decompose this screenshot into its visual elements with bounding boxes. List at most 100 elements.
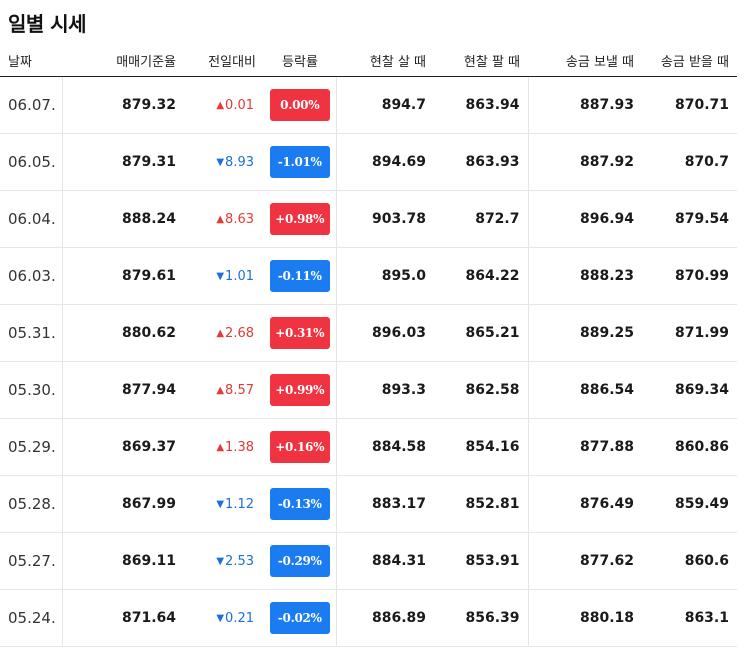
date-cell: 05.31. bbox=[0, 304, 63, 362]
col-header-cash-buy: 현찰 살 때 bbox=[336, 44, 434, 77]
col-header-change: 전일대비 bbox=[184, 44, 264, 77]
change-rate-badge: 0.00% bbox=[269, 89, 330, 121]
date-cell: 05.29. bbox=[0, 418, 63, 476]
base-rate-cell: 879.32 bbox=[62, 76, 184, 134]
change-cell: ▲1.38 bbox=[184, 418, 264, 476]
triangle-down-icon: ▼ bbox=[216, 270, 225, 282]
change-value: 8.63 bbox=[225, 211, 254, 227]
cash-sell-cell: 856.39 bbox=[434, 589, 529, 647]
col-header-cash-sell: 현찰 팔 때 bbox=[434, 44, 528, 77]
table-row: 06.03. 879.61 ▼1.01 -0.11% 895.0 864.22 888.23… bbox=[0, 247, 737, 305]
change-value: 0.21 bbox=[225, 610, 254, 626]
table-row: 05.29. 869.37 ▲1.38 +0.16% 884.58 854.16 877.8… bbox=[0, 418, 737, 476]
change-cell: ▲0.01 bbox=[184, 76, 264, 134]
transfer-send-cell: 877.62 bbox=[528, 532, 642, 590]
change-value: 8.93 bbox=[225, 154, 254, 170]
cash-sell-cell: 872.7 bbox=[434, 190, 529, 248]
cash-buy-cell: 893.3 bbox=[336, 361, 434, 419]
cash-buy-cell: 884.31 bbox=[336, 532, 434, 590]
change-rate-cell: -0.13% bbox=[264, 475, 337, 533]
change-cell: ▲8.63 bbox=[184, 190, 264, 248]
change-rate-badge: +0.16% bbox=[269, 431, 330, 463]
transfer-send-cell: 876.49 bbox=[528, 475, 642, 533]
date-cell: 06.03. bbox=[0, 247, 63, 305]
change-rate-badge: +0.98% bbox=[269, 203, 330, 235]
change-cell: ▲8.57 bbox=[184, 361, 264, 419]
cash-sell-cell: 865.21 bbox=[434, 304, 529, 362]
transfer-send-cell: 880.18 bbox=[528, 589, 642, 647]
base-rate-cell: 869.37 bbox=[62, 418, 184, 476]
change-rate-badge: +0.31% bbox=[269, 317, 330, 349]
table-row: 06.04. 888.24 ▲8.63 +0.98% 903.78 872.7 896.94… bbox=[0, 190, 737, 248]
base-rate-cell: 879.31 bbox=[62, 133, 184, 191]
transfer-receive-cell: 870.99 bbox=[642, 247, 737, 305]
transfer-receive-cell: 879.54 bbox=[642, 190, 737, 248]
cash-buy-cell: 894.7 bbox=[336, 76, 434, 134]
transfer-receive-cell: 869.34 bbox=[642, 361, 737, 419]
cash-buy-cell: 886.89 bbox=[336, 589, 434, 647]
transfer-receive-cell: 860.6 bbox=[642, 532, 737, 590]
base-rate-cell: 879.61 bbox=[62, 247, 184, 305]
table-row: 06.07. 879.32 ▲0.01 0.00% 894.7 863.94 887.93 8… bbox=[0, 76, 737, 134]
table-body: 06.07. 879.32 ▲0.01 0.00% 894.7 863.94 887.93 8… bbox=[0, 76, 737, 647]
transfer-receive-cell: 870.7 bbox=[642, 133, 737, 191]
change-rate-cell: 0.00% bbox=[264, 76, 337, 134]
change-rate-badge: -0.11% bbox=[269, 260, 330, 292]
table-row: 05.28. 867.99 ▼1.12 -0.13% 883.17 852.81 876.4… bbox=[0, 475, 737, 533]
cash-sell-cell: 852.81 bbox=[434, 475, 529, 533]
daily-rate-table: 날짜 매매기준율 전일대비 등락률 현찰 살 때 현찰 팔 때 송금 보낼 때 … bbox=[0, 44, 737, 647]
cash-buy-cell: 896.03 bbox=[336, 304, 434, 362]
cash-sell-cell: 854.16 bbox=[434, 418, 529, 476]
col-header-change-rate: 등락률 bbox=[264, 44, 336, 77]
change-value: 2.53 bbox=[225, 553, 254, 569]
date-cell: 06.07. bbox=[0, 76, 63, 134]
transfer-send-cell: 888.23 bbox=[528, 247, 642, 305]
table-row: 05.30. 877.94 ▲8.57 +0.99% 893.3 862.58 886.54… bbox=[0, 361, 737, 419]
transfer-send-cell: 877.88 bbox=[528, 418, 642, 476]
base-rate-cell: 867.99 bbox=[62, 475, 184, 533]
change-value: 1.01 bbox=[225, 268, 254, 284]
table-header: 날짜 매매기준율 전일대비 등락률 현찰 살 때 현찰 팔 때 송금 보낼 때 … bbox=[0, 44, 737, 77]
cash-buy-cell: 894.69 bbox=[336, 133, 434, 191]
change-rate-cell: -0.11% bbox=[264, 247, 337, 305]
transfer-send-cell: 896.94 bbox=[528, 190, 642, 248]
triangle-up-icon: ▲ bbox=[216, 384, 225, 396]
change-rate-cell: +0.98% bbox=[264, 190, 337, 248]
change-cell: ▼1.12 bbox=[184, 475, 264, 533]
table-row: 06.05. 879.31 ▼8.93 -1.01% 894.69 863.93 887.9… bbox=[0, 133, 737, 191]
transfer-receive-cell: 859.49 bbox=[642, 475, 737, 533]
table-row: 05.27. 869.11 ▼2.53 -0.29% 884.31 853.91 877.6… bbox=[0, 532, 737, 590]
cash-sell-cell: 863.93 bbox=[434, 133, 529, 191]
change-rate-badge: -0.02% bbox=[269, 602, 330, 634]
date-cell: 05.24. bbox=[0, 589, 63, 647]
change-rate-cell: +0.31% bbox=[264, 304, 337, 362]
date-cell: 05.28. bbox=[0, 475, 63, 533]
cash-buy-cell: 903.78 bbox=[336, 190, 434, 248]
triangle-down-icon: ▼ bbox=[216, 156, 225, 168]
change-rate-badge: -0.29% bbox=[269, 545, 330, 577]
date-cell: 06.05. bbox=[0, 133, 63, 191]
cash-buy-cell: 884.58 bbox=[336, 418, 434, 476]
change-rate-badge: +0.99% bbox=[269, 374, 330, 406]
change-cell: ▼0.21 bbox=[184, 589, 264, 647]
change-rate-badge: -1.01% bbox=[269, 146, 330, 178]
cash-sell-cell: 864.22 bbox=[434, 247, 529, 305]
change-value: 8.57 bbox=[225, 382, 254, 398]
transfer-receive-cell: 870.71 bbox=[642, 76, 737, 134]
transfer-send-cell: 889.25 bbox=[528, 304, 642, 362]
change-value: 1.38 bbox=[225, 439, 254, 455]
change-value: 1.12 bbox=[225, 496, 254, 512]
triangle-up-icon: ▲ bbox=[216, 99, 225, 111]
change-cell: ▲2.68 bbox=[184, 304, 264, 362]
base-rate-cell: 888.24 bbox=[62, 190, 184, 248]
triangle-down-icon: ▼ bbox=[216, 555, 225, 567]
date-cell: 05.27. bbox=[0, 532, 63, 590]
change-value: 2.68 bbox=[225, 325, 254, 341]
date-cell: 06.04. bbox=[0, 190, 63, 248]
col-header-date: 날짜 bbox=[0, 44, 62, 77]
transfer-receive-cell: 871.99 bbox=[642, 304, 737, 362]
col-header-base-rate: 매매기준율 bbox=[62, 44, 184, 77]
base-rate-cell: 877.94 bbox=[62, 361, 184, 419]
base-rate-cell: 871.64 bbox=[62, 589, 184, 647]
cash-sell-cell: 863.94 bbox=[434, 76, 529, 134]
